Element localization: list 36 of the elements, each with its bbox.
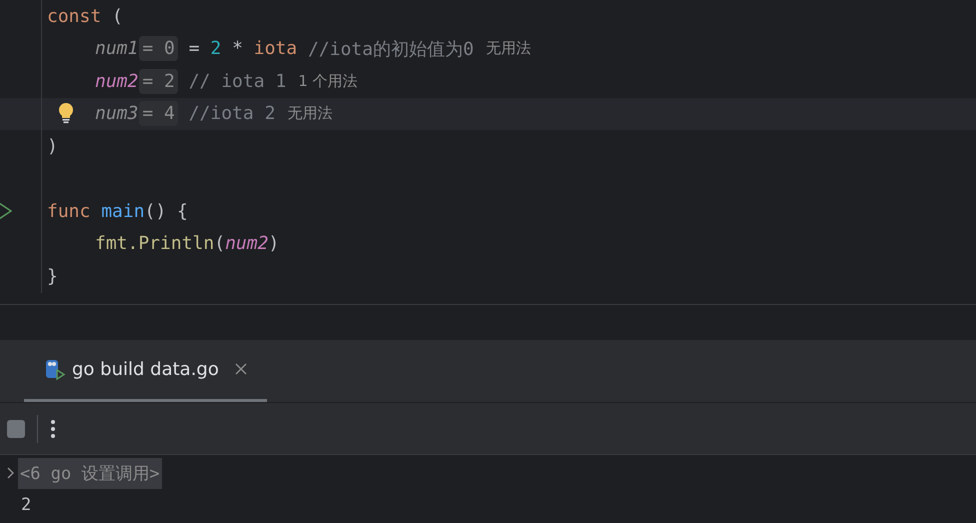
chevron-icon [7,467,15,479]
constant-name: num3 [95,103,138,124]
code-text: * [231,38,244,60]
inlay-hint: = 2 [139,68,178,94]
code-comment: //iota 2 [188,103,276,124]
usage-hint: 无用法 [486,39,531,58]
run-icon[interactable] [0,202,12,220]
function-name: main [100,200,145,222]
constant-name: num2 [225,233,268,254]
stop-icon[interactable] [7,420,25,438]
code-text: ( [111,6,123,27]
constant-name: num2 [95,70,138,92]
usage-hint: 1 个用法 [298,72,358,91]
code-text: ) [47,136,58,157]
more-options-icon[interactable] [50,418,56,438]
number-literal: 2 [210,38,222,60]
constant-name: num1 [95,38,138,60]
code-comment: // iota 1 [188,70,286,92]
gopher-run-icon [44,358,66,380]
function-call: fmt.Println [95,233,214,254]
code-text: ) [268,233,280,254]
code-text: } [47,266,58,287]
usage-hint: 无用法 [287,104,332,124]
keyword: const [47,6,102,27]
inlay-hint: = 0 [139,36,178,62]
keyword: iota [254,38,298,60]
inlay-hint: = 4 [139,101,178,126]
code-text: () { [144,200,188,222]
console-command: <6 go 设置调用> [18,458,162,488]
lightbulb-icon[interactable] [58,102,74,124]
code-text: ( [214,233,226,254]
run-tab[interactable]: go build data.go [24,340,267,402]
code-text: = [188,38,201,60]
keyword: func [47,200,90,222]
code-comment: //iota的初始值为0 [306,38,474,61]
console-output: 2 [20,495,32,515]
